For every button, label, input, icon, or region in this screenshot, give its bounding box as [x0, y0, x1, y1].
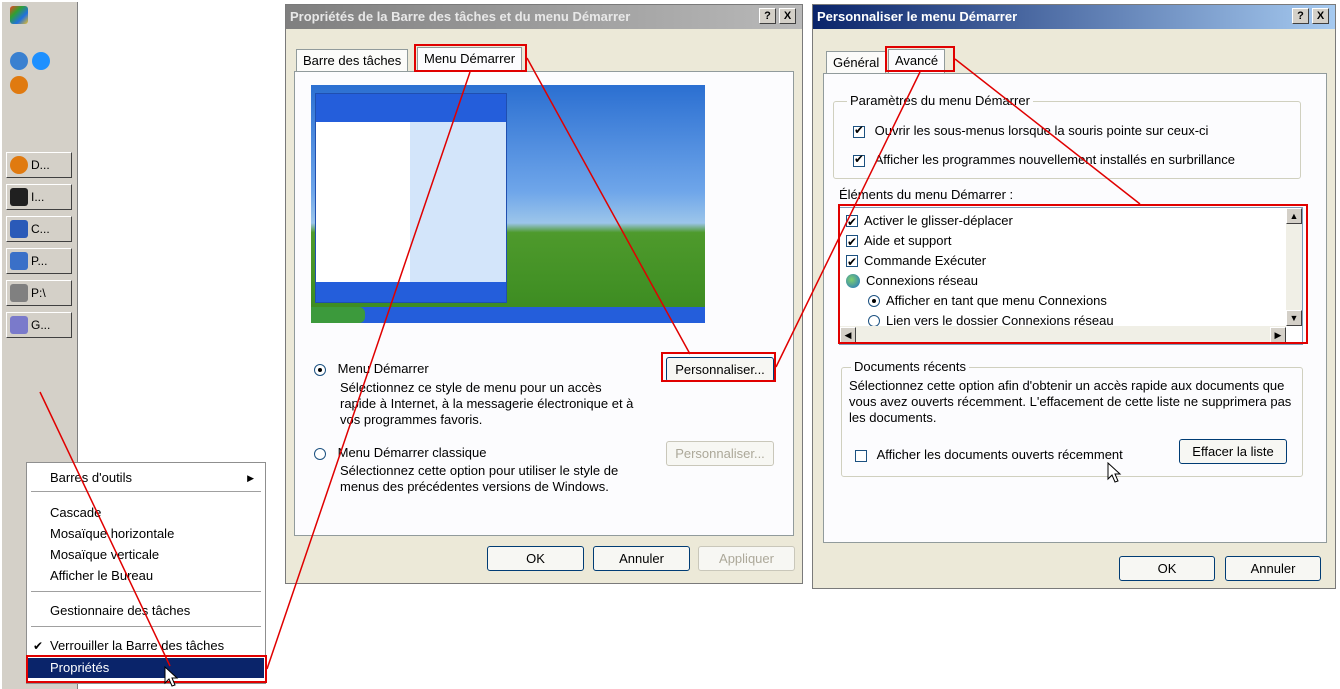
annotation-line [266, 71, 471, 670]
mouse-cursor-icon [1107, 462, 1122, 483]
annotation-line [526, 57, 691, 355]
annotation-lines [39, 57, 1141, 670]
annotation-line [39, 391, 171, 667]
annotation-line [775, 71, 921, 368]
mouse-cursor-icon [164, 666, 179, 687]
annotation-line [954, 58, 1141, 205]
